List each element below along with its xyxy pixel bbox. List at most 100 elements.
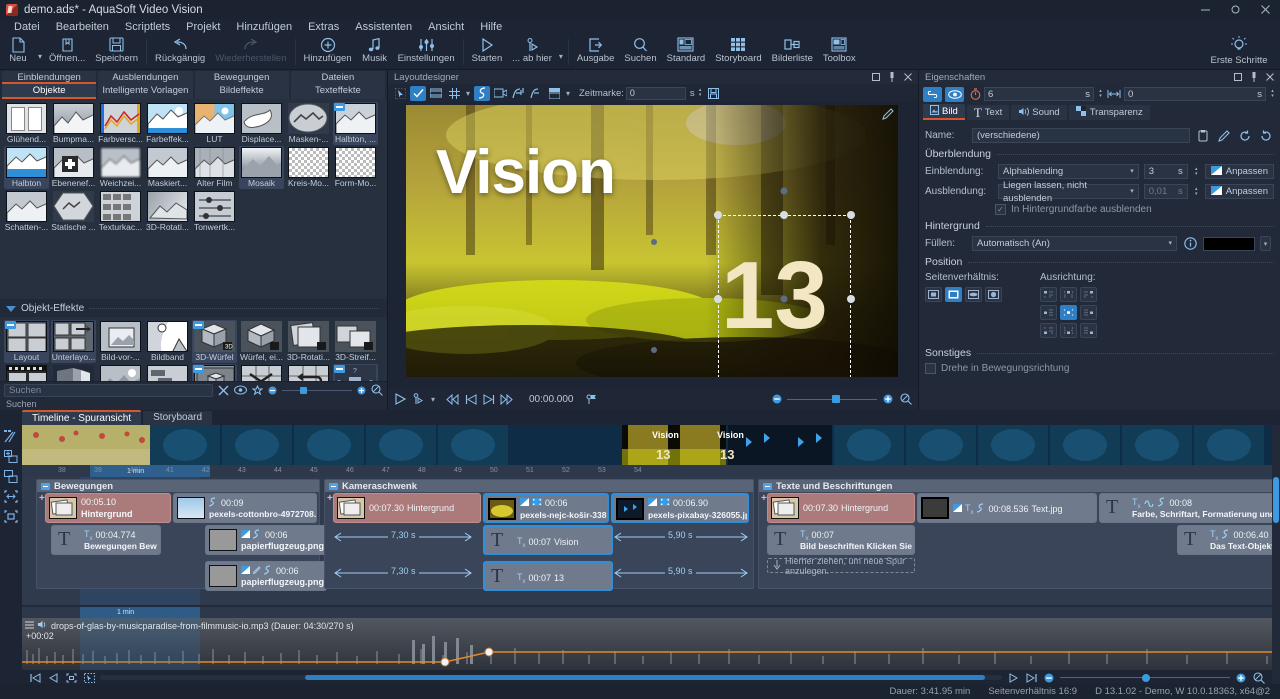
toolbar-play-from-here[interactable]: ... ab hier bbox=[507, 35, 557, 69]
tab-bildeffekte[interactable]: Bildeffekte bbox=[194, 84, 289, 99]
select-icon[interactable] bbox=[82, 672, 96, 684]
collapse-badge-icon[interactable] bbox=[5, 321, 16, 329]
overview-selection-range[interactable] bbox=[90, 465, 210, 477]
offset-input[interactable]: 0s bbox=[1124, 87, 1266, 101]
object-effect-item[interactable]: Bildband bbox=[145, 320, 190, 363]
thumbnail-size-slider[interactable] bbox=[282, 385, 352, 395]
object-effect-item[interactable] bbox=[51, 364, 96, 381]
pin-panel-icon[interactable] bbox=[884, 71, 900, 83]
effect-item[interactable]: Form-Mo... bbox=[333, 146, 378, 189]
timeline-tracks[interactable]: Vision 13 Vision 13 1 min 38 39 40 41 42… bbox=[22, 425, 1272, 684]
effect-item[interactable]: 3D-Rotati... bbox=[145, 190, 190, 233]
toolbar-new[interactable]: Neu bbox=[0, 35, 36, 69]
collapse-badge-icon[interactable] bbox=[334, 365, 345, 373]
toolbar-open[interactable]: Öffnen... bbox=[44, 35, 90, 69]
align-top-right-button[interactable] bbox=[1080, 287, 1097, 302]
zoom-out-icon[interactable] bbox=[268, 386, 277, 395]
timeline-clip-selected[interactable]: 00:06.90 pexels-pixabay-326055.jpg bbox=[611, 493, 749, 523]
preview-zoom-slider[interactable] bbox=[787, 393, 877, 405]
tab-bewegungen[interactable]: Bewegungen bbox=[194, 71, 289, 84]
clear-icon[interactable] bbox=[218, 385, 229, 396]
prev-frame-icon[interactable] bbox=[445, 391, 460, 407]
align-center-button[interactable] bbox=[1060, 305, 1077, 320]
timeline-clip[interactable]: 00:07.30 Hintergrund bbox=[767, 493, 915, 523]
menu-item-projekt[interactable]: Projekt bbox=[178, 19, 228, 35]
play-from-marker-icon[interactable] bbox=[411, 391, 426, 407]
tab-storyboard[interactable]: Storyboard bbox=[143, 411, 213, 425]
skip-start-icon[interactable] bbox=[463, 391, 478, 407]
tab-objekte[interactable]: Objekte bbox=[2, 84, 97, 99]
ausblendung-spinner[interactable]: ▴ ▾ bbox=[1193, 186, 1200, 197]
object-effect-item[interactable] bbox=[286, 364, 331, 381]
collapse-badge-icon[interactable] bbox=[193, 321, 204, 329]
effect-item-selected[interactable]: Halbton, ... bbox=[333, 102, 378, 145]
pin-properties-icon[interactable] bbox=[1246, 71, 1262, 83]
fit-zoom-icon[interactable] bbox=[898, 391, 913, 407]
toolbar-search[interactable]: Suchen bbox=[619, 35, 661, 69]
toolbar-standard[interactable]: Standard bbox=[662, 35, 711, 69]
aspect-wide-button[interactable] bbox=[965, 287, 982, 302]
einblendung-spinner[interactable]: ▴ ▾ bbox=[1193, 166, 1200, 177]
track-group-kameraschwenk[interactable]: Kameraschwenk + 00:07.30 Hintergrund 00:0… bbox=[324, 479, 754, 591]
scrollbar-thumb[interactable] bbox=[305, 675, 985, 680]
slider-handle[interactable] bbox=[300, 386, 307, 394]
audio-track[interactable]: drops-of-glas-by-musicparadise-from-film… bbox=[22, 618, 1272, 670]
menu-item-bearbeiten[interactable]: Bearbeiten bbox=[48, 19, 117, 35]
object-effect-item[interactable]: Layout bbox=[4, 320, 49, 363]
edit-pencil-icon[interactable] bbox=[882, 108, 894, 123]
keyframe-add-icon[interactable] bbox=[510, 86, 526, 101]
preview-zoom-in-icon[interactable] bbox=[880, 391, 895, 407]
timeline-clip[interactable]: 00:06 papierflugzeug.png bbox=[205, 561, 327, 591]
fit-selection-icon[interactable] bbox=[3, 489, 19, 503]
timeline-clip-selected[interactable]: 00:06 pexels-nejc-košir-3389 bbox=[483, 493, 609, 523]
grid-tool-icon[interactable] bbox=[446, 86, 462, 101]
tab-texteffekte[interactable]: Texteffekte bbox=[290, 84, 385, 99]
object-effect-item[interactable]: Bild-vor-... bbox=[98, 320, 143, 363]
effect-item[interactable]: Displace... bbox=[239, 102, 284, 145]
collapse-group-icon[interactable] bbox=[763, 482, 772, 490]
timeline-clip-selected[interactable]: T Tx 00:07 13 bbox=[483, 561, 613, 591]
close-panel-icon[interactable] bbox=[900, 71, 916, 83]
save-timemark-icon[interactable] bbox=[706, 86, 722, 101]
close-button[interactable] bbox=[1250, 0, 1280, 19]
bgfade-checkbox-row[interactable]: ✓ In Hintergrundfarbe ausblenden bbox=[925, 204, 1274, 215]
object-effects-section-header[interactable]: Objekt-Effekte bbox=[0, 299, 387, 317]
fullen-select[interactable]: Automatisch (An) ▾ bbox=[972, 236, 1177, 251]
align-top-center-button[interactable] bbox=[1060, 287, 1077, 302]
zoom-in-icon[interactable] bbox=[357, 386, 366, 395]
zoom-slider-handle[interactable] bbox=[832, 395, 840, 403]
ausblendung-anpassen-button[interactable]: Anpassen bbox=[1204, 184, 1274, 199]
restore-button[interactable] bbox=[1220, 0, 1250, 19]
effect-item[interactable]: Ebenenef... bbox=[51, 146, 96, 189]
menu-item-ansicht[interactable]: Ansicht bbox=[420, 19, 472, 35]
player-dropdown-caret[interactable]: ▾ bbox=[429, 391, 437, 407]
timeline-hscrollbar[interactable] bbox=[100, 675, 1002, 680]
toolbar-start[interactable]: Starten bbox=[467, 35, 508, 69]
timeline-overview[interactable]: Vision 13 Vision 13 bbox=[22, 425, 1272, 465]
maximize-panel-icon[interactable] bbox=[868, 71, 884, 83]
track-group-texte[interactable]: Texte und Beschriftungen + 00:07.30 Hinte… bbox=[758, 479, 1272, 589]
effect-item[interactable]: Bumpma... bbox=[51, 102, 96, 145]
effect-item-selected[interactable]: Halbton bbox=[4, 146, 49, 189]
effect-item[interactable]: Texturkac... bbox=[98, 190, 143, 233]
preview-zoom-out-icon[interactable] bbox=[769, 391, 784, 407]
add-to-group-icon[interactable]: + bbox=[327, 493, 333, 504]
collapse-group-icon[interactable] bbox=[329, 482, 338, 490]
select-arrow-icon[interactable] bbox=[392, 86, 408, 101]
effect-item-selected[interactable]: Mosaik bbox=[239, 146, 284, 189]
toolbar-save[interactable]: Speichern bbox=[90, 35, 143, 69]
object-effect-item[interactable] bbox=[192, 364, 237, 381]
object-effect-item[interactable]: ???? bbox=[333, 364, 378, 381]
collapse-group-icon[interactable] bbox=[41, 482, 50, 490]
aspect-original-button[interactable] bbox=[925, 287, 942, 302]
camera-tool-icon[interactable] bbox=[492, 86, 508, 101]
menu-item-extras[interactable]: Extras bbox=[300, 19, 347, 35]
aspect-fit-button[interactable] bbox=[945, 287, 962, 302]
new-dropdown-caret[interactable]: ▾ bbox=[36, 35, 44, 69]
object-effect-item[interactable] bbox=[145, 364, 190, 381]
align-bottom-right-button[interactable] bbox=[1080, 323, 1097, 338]
group-header[interactable]: Texte und Beschriftungen bbox=[759, 480, 1272, 492]
toolbar-storyboard[interactable]: Storyboard bbox=[710, 35, 766, 69]
tab-transparenz[interactable]: Transparenz bbox=[1068, 105, 1150, 120]
timeline-clip[interactable]: T Tx 00:08 Farbe, Schriftart, Formatierun… bbox=[1099, 493, 1272, 523]
